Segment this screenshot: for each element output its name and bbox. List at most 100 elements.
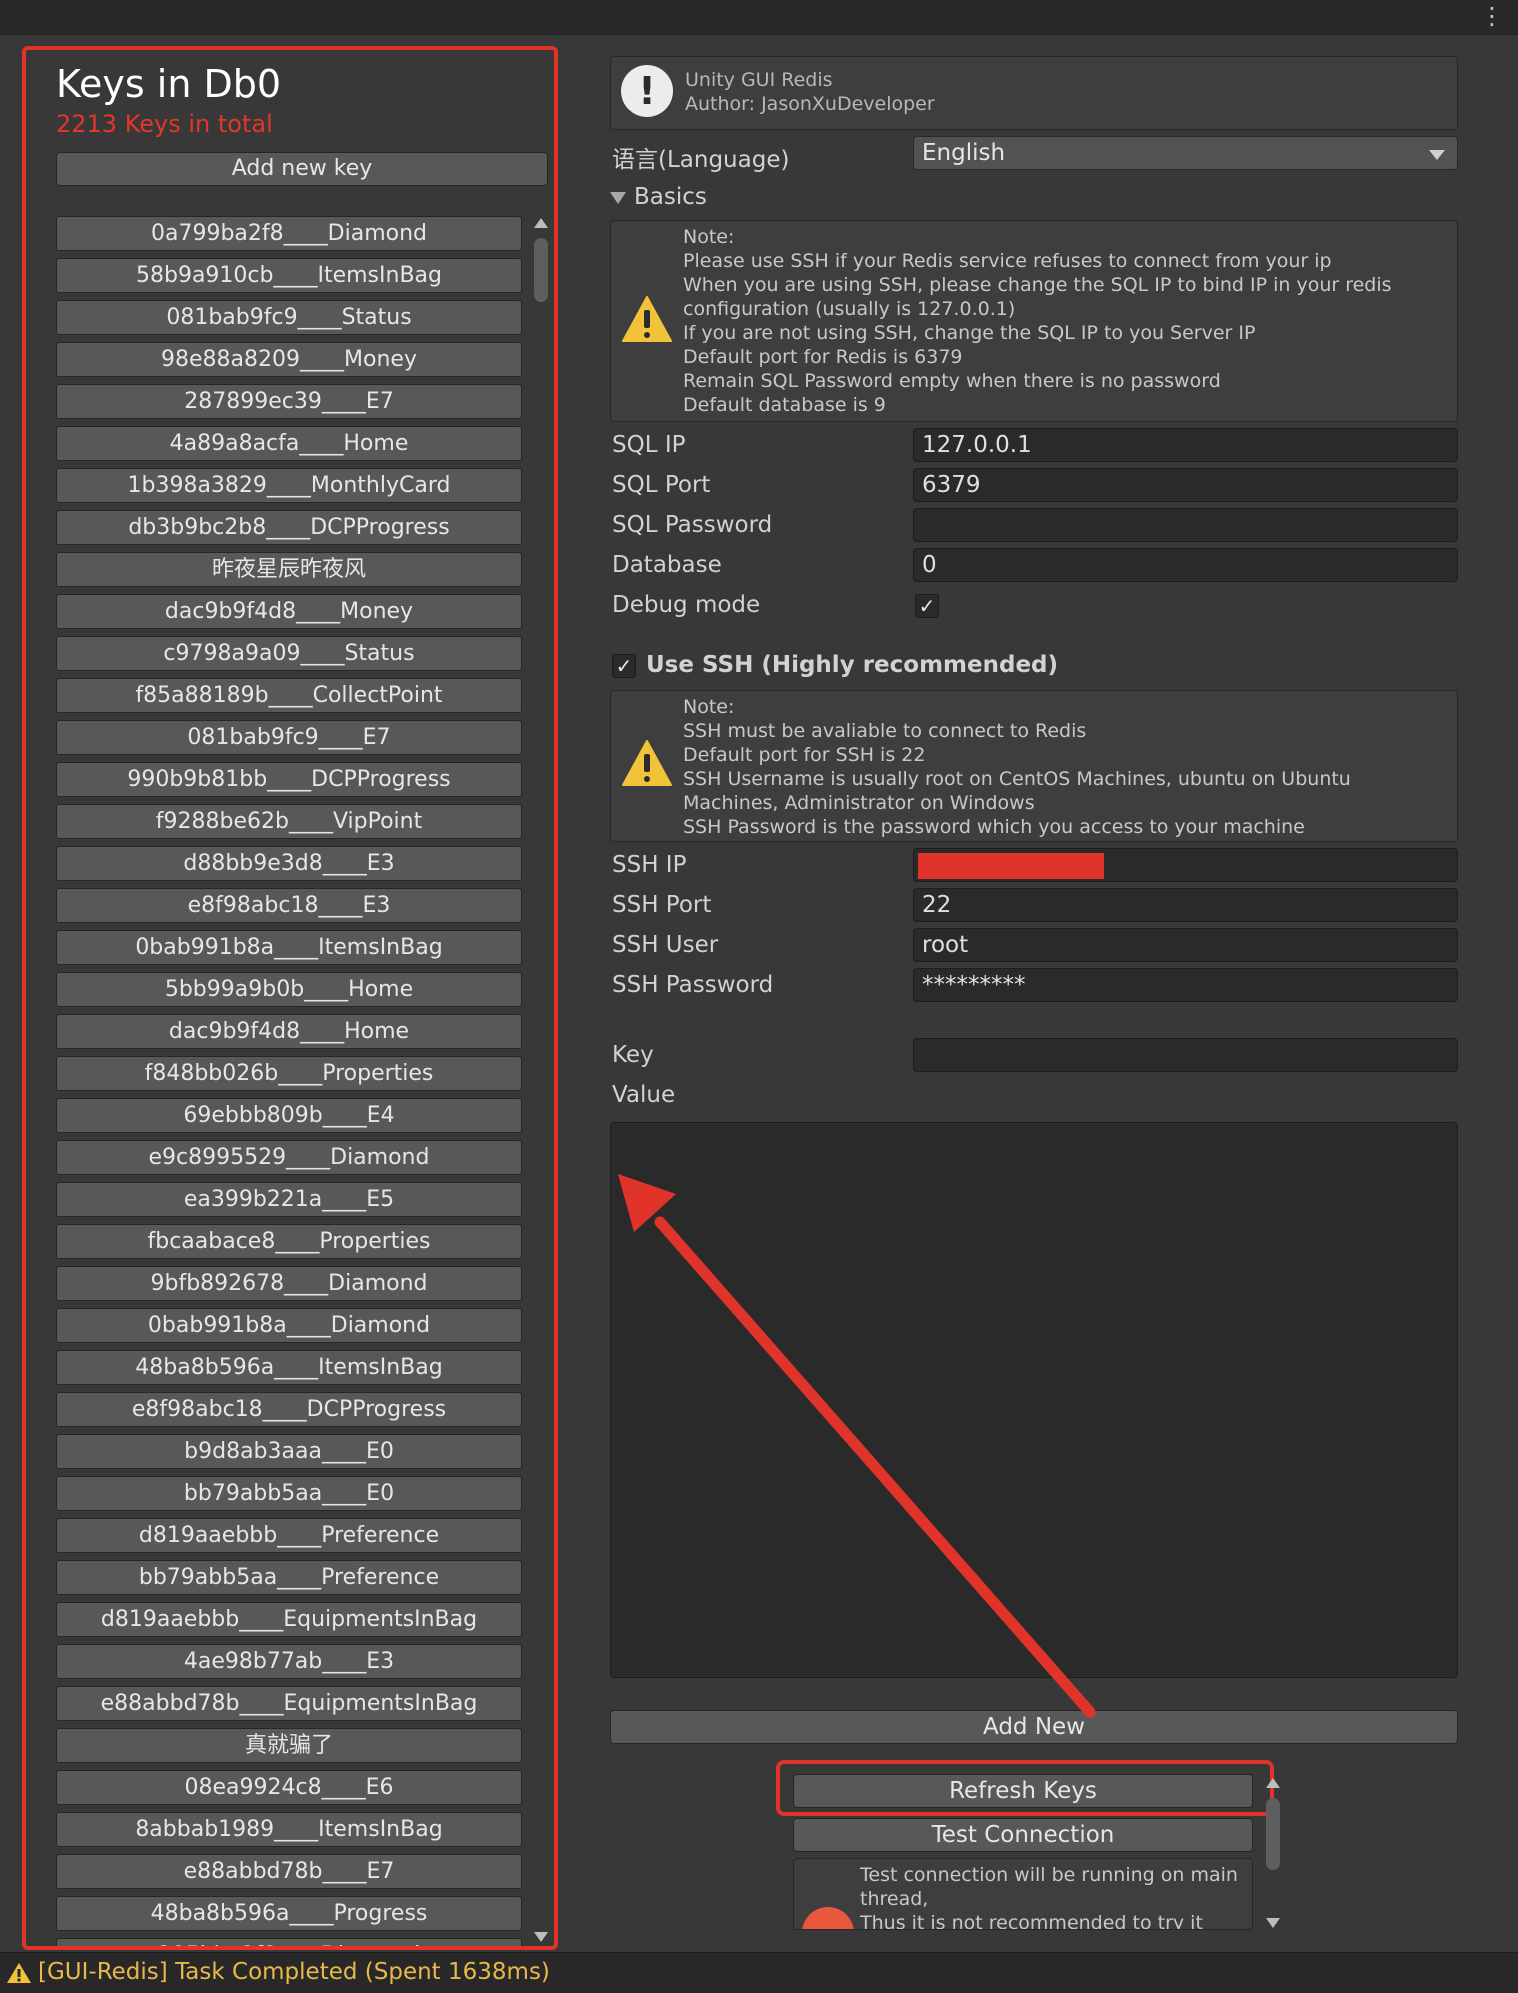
add-new-button[interactable]: Add New — [610, 1710, 1458, 1744]
key-list-item[interactable]: 4a89a8acfa____Home — [56, 426, 522, 461]
note-line: configuration (usually is 127.0.0.1) — [683, 298, 1016, 320]
language-dropdown[interactable]: English — [913, 136, 1458, 170]
key-list-item[interactable]: e9c8995529____Diamond — [56, 1140, 522, 1175]
note-line: Default database is 9 — [683, 394, 886, 416]
key-list[interactable]: 0a799ba2f8____Diamond 58b9a910cb____Items… — [56, 216, 524, 1946]
key-list-item[interactable]: ea399b221a____E5 — [56, 1182, 522, 1217]
key-list-item[interactable]: 9bfb892678____Diamond — [56, 1266, 522, 1301]
key-list-item[interactable]: 昨夜星辰昨夜风 — [56, 552, 522, 587]
use-ssh-checkbox[interactable]: ✓ — [612, 654, 636, 678]
key-list-item[interactable]: 0bab991b8a____ItemsInBag — [56, 930, 522, 965]
toolbar: ⋮ — [0, 0, 1518, 35]
key-list-item[interactable]: 081bab9fc9____Status — [56, 300, 522, 335]
use-ssh-label[interactable]: Use SSH (Highly recommended) — [646, 652, 1058, 678]
key-list-item[interactable]: e88abbd78b____E7 — [56, 1854, 522, 1889]
key-list-item[interactable]: 1b398a3829____MonthlyCard — [56, 468, 522, 503]
scroll-down-icon[interactable] — [1266, 1918, 1280, 1928]
sql-password-field[interactable] — [913, 508, 1458, 542]
ssh-ip-field[interactable] — [913, 848, 1458, 882]
database-field[interactable]: 0 — [913, 548, 1458, 582]
note-line: thread, — [860, 1888, 929, 1910]
sql-ip-field[interactable]: 127.0.0.1 — [913, 428, 1458, 462]
ssh-password-field[interactable]: ********* — [913, 968, 1458, 1002]
note-line: Default port for Redis is 6379 — [683, 346, 963, 368]
key-field[interactable] — [913, 1038, 1458, 1072]
status-bar: [GUI-Redis] Task Completed (Spent 1638ms… — [0, 1952, 1518, 1993]
key-list-item[interactable]: 081bab9fc9____E7 — [56, 720, 522, 755]
note-line: Thus it is not recommended to try it — [860, 1912, 1203, 1930]
key-list-item[interactable]: f9288be62b____VipPoint — [56, 804, 522, 839]
ssh-note-text: Note: SSH must be avaliable to connect to… — [683, 695, 1447, 839]
key-list-item[interactable]: fbcaabace8____Properties — [56, 1224, 522, 1259]
key-list-item[interactable]: 48ba8b596a____Progress — [56, 1896, 522, 1931]
key-list-item[interactable]: db3b9bc2b8____DCPProgress — [56, 510, 522, 545]
key-list-item[interactable]: e8f98abc18____DCPProgress — [56, 1392, 522, 1427]
key-list-item[interactable]: dac9b9f4d8____Home — [56, 1014, 522, 1049]
key-list-item[interactable]: e8f98abc18____E3 — [56, 888, 522, 923]
warning-icon — [622, 296, 672, 342]
key-list-item[interactable]: dac9b9f4d8____Money — [56, 594, 522, 629]
test-connection-note: Test connection will be running on main t… — [793, 1858, 1253, 1930]
debug-mode-label: Debug mode — [612, 592, 761, 618]
key-list-item[interactable]: bb79abb5aa____Preference — [56, 1560, 522, 1595]
key-label: Key — [612, 1042, 654, 1068]
test-connection-button[interactable]: Test Connection — [793, 1818, 1253, 1852]
redaction-block — [918, 853, 1104, 879]
debug-mode-checkbox[interactable]: ✓ — [915, 594, 939, 618]
scroll-up-icon[interactable] — [534, 218, 548, 228]
kebab-menu-icon[interactable]: ⋮ — [1480, 4, 1504, 28]
key-list-scrollbar[interactable] — [532, 218, 550, 1942]
key-list-item[interactable]: 98e88a8209____Money — [56, 342, 522, 377]
key-list-item[interactable]: f85a88189b____CollectPoint — [56, 678, 522, 713]
sql-port-field[interactable]: 6379 — [913, 468, 1458, 502]
key-list-item[interactable]: 0a799ba2f8____Diamond — [56, 216, 522, 251]
test-note-text: Test connection will be running on main t… — [860, 1863, 1242, 1930]
actions-scrollbar[interactable] — [1264, 1778, 1282, 1928]
key-list-item[interactable]: d819aaebbb____EquipmentsInBag — [56, 1602, 522, 1637]
basics-label: Basics — [634, 184, 707, 210]
key-list-item[interactable]: d819aaebbb____Preference — [56, 1518, 522, 1553]
key-list-item[interactable]: d88bb9e3d8____E3 — [56, 846, 522, 881]
keys-panel-title: Keys in Db0 — [56, 62, 282, 106]
key-list-item[interactable]: 990b9b81bb____DCPProgress — [56, 762, 522, 797]
note-line: Test connection will be running on main — [860, 1864, 1238, 1886]
key-list-item[interactable]: 真就骗了 — [56, 1728, 522, 1763]
ssh-port-field[interactable]: 22 — [913, 888, 1458, 922]
note-line: Please use SSH if your Redis service ref… — [683, 250, 1332, 272]
key-list-item[interactable]: 69ebbb809b____E4 — [56, 1098, 522, 1133]
scrollbar-thumb[interactable] — [1266, 1798, 1280, 1870]
key-list-item[interactable]: 08ea9924c8____E6 — [56, 1770, 522, 1805]
warning-status-icon — [7, 1963, 31, 1983]
key-list-item[interactable]: 48ba8b596a____ItemsInBag — [56, 1350, 522, 1385]
note-line: Machines, Administrator on Windows — [683, 792, 1035, 814]
database-label: Database — [612, 552, 722, 578]
key-list-item[interactable]: 58b9a910cb____ItemsInBag — [56, 258, 522, 293]
key-list-item[interactable]: 295bba2f8____Diamond — [56, 1938, 522, 1946]
sql-ip-label: SQL IP — [612, 432, 686, 458]
refresh-keys-button[interactable]: Refresh Keys — [793, 1774, 1253, 1808]
scrollbar-thumb[interactable] — [534, 238, 548, 302]
note-line: If you are not using SSH, change the SQL… — [683, 322, 1256, 344]
scroll-down-icon[interactable] — [534, 1932, 548, 1942]
add-new-key-button[interactable]: Add new key — [56, 152, 548, 186]
app-author: Author: JasonXuDeveloper — [685, 93, 935, 115]
key-list-item[interactable]: 5bb99a9b0b____Home — [56, 972, 522, 1007]
key-list-item[interactable]: 287899ec39____E7 — [56, 384, 522, 419]
key-list-item[interactable]: bb79abb5aa____E0 — [56, 1476, 522, 1511]
ssh-ip-label: SSH IP — [612, 852, 687, 878]
key-list-item[interactable]: c9798a9a09____Status — [56, 636, 522, 671]
ssh-user-field[interactable]: root — [913, 928, 1458, 962]
key-list-item[interactable]: f848bb026b____Properties — [56, 1056, 522, 1091]
key-list-item[interactable]: 4ae98b77ab____E3 — [56, 1644, 522, 1679]
key-list-item[interactable]: 8abbab1989____ItemsInBag — [56, 1812, 522, 1847]
note-line: Default port for SSH is 22 — [683, 744, 926, 766]
keys-total-count: 2213 Keys in total — [56, 110, 273, 138]
value-textarea[interactable] — [610, 1122, 1458, 1678]
scroll-up-icon[interactable] — [1266, 1778, 1280, 1788]
key-list-item[interactable]: 0bab991b8a____Diamond — [56, 1308, 522, 1343]
key-list-item[interactable]: e88abbd78b____EquipmentsInBag — [56, 1686, 522, 1721]
key-list-item[interactable]: b9d8ab3aaa____E0 — [56, 1434, 522, 1469]
keys-panel: Keys in Db0 2213 Keys in total Add new k… — [22, 46, 558, 1950]
error-icon — [802, 1907, 854, 1929]
basics-foldout[interactable]: Basics — [610, 184, 707, 210]
